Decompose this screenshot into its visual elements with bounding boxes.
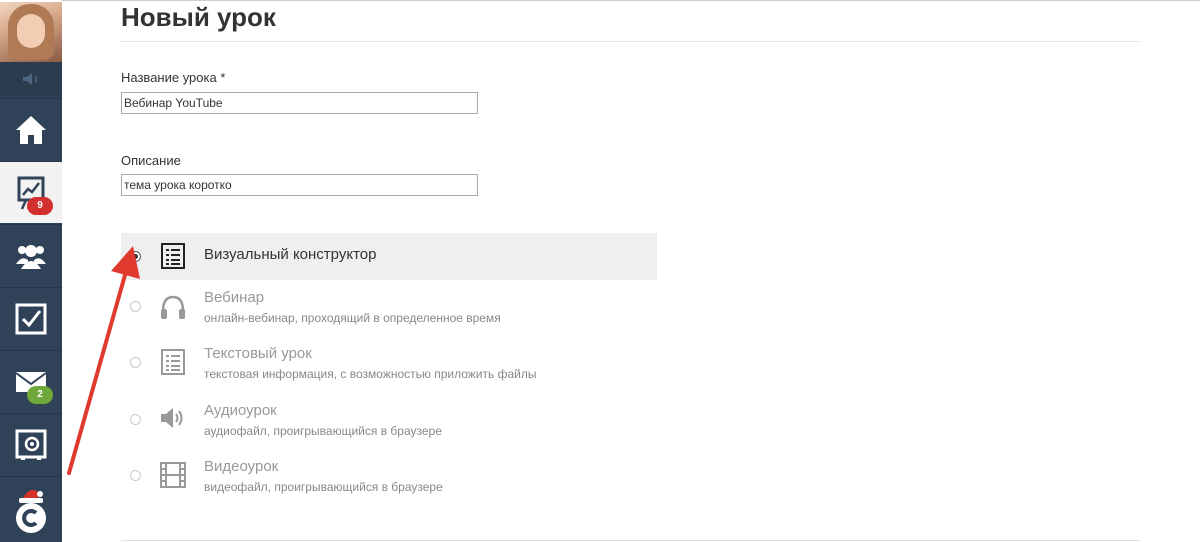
users-icon: [16, 244, 46, 269]
option-description: онлайн-вебинар, проходящий в определенно…: [204, 311, 501, 325]
sidebar-item-training[interactable]: 9: [0, 161, 62, 223]
option-title: Визуальный конструктор: [204, 246, 377, 263]
sound-icon[interactable]: [0, 62, 62, 96]
film-icon: [160, 462, 186, 488]
logo-icon: [16, 489, 46, 533]
divider: [121, 41, 1140, 42]
option-description: видеофайл, проигрывающийся в браузере: [204, 480, 443, 494]
speaker-icon: [161, 408, 183, 428]
option-title: Вебинар: [204, 289, 265, 306]
mail-badge: 2: [27, 386, 53, 404]
description-label: Описание: [121, 153, 181, 168]
radio-visual-builder[interactable]: [130, 251, 141, 262]
lesson-type-visual-builder[interactable]: Визуальный конструктор: [121, 233, 657, 280]
radio-audio[interactable]: [130, 414, 141, 425]
sidebar-item-tasks[interactable]: [0, 287, 62, 349]
description-input[interactable]: [121, 174, 478, 196]
lesson-name-label: Название урока *: [121, 70, 226, 85]
sidebar-item-safe[interactable]: [0, 413, 62, 475]
sidebar-item-logo[interactable]: [0, 476, 62, 542]
page-title: Новый урок: [121, 2, 276, 32]
radio-webinar[interactable]: [130, 301, 141, 312]
training-badge: 9: [27, 197, 53, 215]
sidebar: 9 2: [0, 0, 62, 542]
lesson-type-webinar[interactable]: Вебинар онлайн-вебинар, проходящий в опр…: [121, 283, 657, 330]
option-title: Видеоурок: [204, 458, 279, 475]
radio-text[interactable]: [130, 357, 141, 368]
lesson-type-video[interactable]: Видеоурок видеофайл, проигрывающийся в б…: [121, 452, 657, 499]
option-title: Аудиоурок: [204, 402, 277, 419]
lesson-name-input[interactable]: [121, 92, 478, 114]
lesson-type-audio[interactable]: Аудиоурок аудиофайл, проигрывающийся в б…: [121, 396, 657, 443]
sidebar-item-home[interactable]: [0, 98, 62, 160]
divider: [121, 540, 1140, 541]
lesson-type-text[interactable]: Текстовый урок текстовая информация, с в…: [121, 339, 657, 386]
option-description: аудиофайл, проигрывающийся в браузере: [204, 424, 442, 438]
sidebar-item-users[interactable]: [0, 224, 62, 286]
sidebar-item-mail[interactable]: 2: [0, 350, 62, 412]
option-description: текстовая информация, с возможностью при…: [204, 367, 537, 381]
radio-video[interactable]: [130, 470, 141, 481]
text-list-icon: [161, 349, 185, 375]
headphones-icon: [161, 295, 185, 319]
checkbox-icon: [15, 303, 47, 334]
list-icon: [161, 243, 185, 269]
home-icon: [16, 115, 46, 144]
safe-icon: [15, 429, 47, 460]
option-title: Текстовый урок: [204, 345, 312, 362]
avatar[interactable]: [0, 0, 62, 62]
